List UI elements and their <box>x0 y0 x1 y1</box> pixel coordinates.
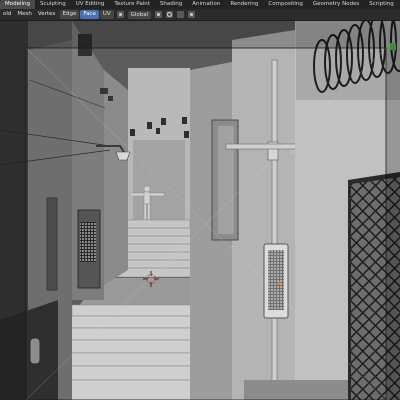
proportional-edit-icon[interactable] <box>188 11 196 18</box>
snap-magnet-icon[interactable] <box>166 11 174 18</box>
menu-vertex[interactable]: Vertex <box>35 10 59 19</box>
tab-uv-editing[interactable]: UV Editing <box>71 0 110 9</box>
menu-uv[interactable]: UV <box>99 10 114 19</box>
snap-options-icon[interactable] <box>177 11 185 18</box>
pivot-icon[interactable] <box>155 11 163 18</box>
3d-viewport[interactable] <box>0 21 400 400</box>
menu-edge[interactable]: Edge <box>59 10 80 19</box>
tab-animation[interactable]: Animation <box>187 0 225 9</box>
tab-compositing[interactable]: Compositing <box>263 0 307 9</box>
vertical-pipe <box>271 59 278 400</box>
tab-texture-paint[interactable]: Texture Paint <box>109 0 155 9</box>
tab-modeling[interactable]: Modeling <box>0 0 36 9</box>
viewport-scene <box>0 21 400 400</box>
right-wall <box>232 30 295 400</box>
tab-rendering[interactable]: Rendering <box>225 0 263 9</box>
menu-hold[interactable]: old <box>0 10 14 19</box>
orientation-icon[interactable] <box>116 11 124 18</box>
menu-mesh[interactable]: Mesh <box>14 10 34 19</box>
tab-sculpting[interactable]: Sculpting <box>35 0 71 9</box>
viewport-header: old Mesh Vertex Edge Face UV Global <box>0 9 400 21</box>
tab-geometry-nodes[interactable]: Geometry Nodes <box>308 0 364 9</box>
tab-scripting[interactable]: Scripting <box>364 0 398 9</box>
menu-face[interactable]: Face <box>80 10 99 19</box>
tab-shading[interactable]: Shading <box>155 0 187 9</box>
workspace-tabbar: Modeling Sculpting UV Editing Texture Pa… <box>0 0 400 9</box>
transform-orientation-dropdown[interactable]: Global <box>127 10 152 19</box>
